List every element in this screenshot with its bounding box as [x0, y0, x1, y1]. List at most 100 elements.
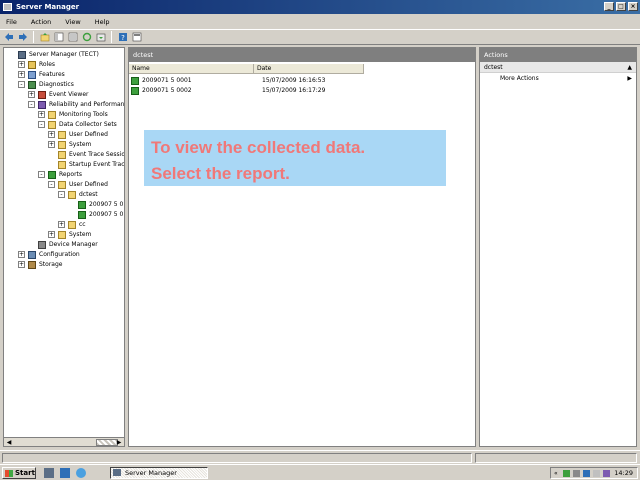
tree-node-label: System: [69, 141, 92, 148]
collapse-icon[interactable]: -: [48, 181, 55, 188]
powershell-quicklaunch-icon[interactable]: [60, 468, 70, 478]
collapse-icon[interactable]: -: [28, 101, 35, 108]
menu-action[interactable]: Action: [31, 18, 51, 26]
tree-node[interactable]: Diagnostics: [28, 80, 74, 90]
tree-node-label: Reliability and Performance: [49, 101, 125, 108]
console-icon[interactable]: [131, 32, 142, 43]
back-icon[interactable]: [3, 32, 14, 43]
server-manager-icon: [113, 469, 121, 476]
up-folder-icon[interactable]: [39, 32, 50, 43]
results-pane: dctest Name Date 2009071 5 0001 15/07/20…: [128, 47, 476, 447]
tray-app-icon[interactable]: [603, 470, 610, 477]
list-item[interactable]: 2009071 5 0001 15/07/2009 16:16:53: [131, 76, 372, 86]
collapse-icon[interactable]: -: [38, 121, 45, 128]
start-button[interactable]: Start: [2, 467, 36, 479]
tree-node[interactable]: Startup Event Trac: [58, 160, 124, 170]
expand-icon[interactable]: +: [28, 91, 35, 98]
folder-icon: [48, 121, 56, 129]
tree-node[interactable]: dctest: [68, 190, 98, 200]
tree-node[interactable]: System: [58, 230, 91, 240]
help-icon[interactable]: ?: [117, 32, 128, 43]
internet-explorer-icon[interactable]: [76, 468, 86, 478]
tree-node[interactable]: Reliability and Performance: [38, 100, 125, 110]
taskbar-server-manager-button[interactable]: Server Manager: [110, 467, 208, 479]
tree-node[interactable]: Reports: [48, 170, 82, 180]
collapse-icon[interactable]: -: [38, 171, 45, 178]
tree-node[interactable]: Server Manager (TECT): [18, 50, 99, 60]
tree-node[interactable]: Monitoring Tools: [48, 110, 108, 120]
tray-expand-icon[interactable]: «: [554, 470, 561, 477]
expand-icon[interactable]: +: [58, 221, 65, 228]
tree-node[interactable]: User Defined: [58, 130, 108, 140]
tree-node[interactable]: User Defined: [58, 180, 108, 190]
report-date: 15/07/2009 16:17:29: [262, 87, 326, 94]
tree-node[interactable]: Roles: [28, 60, 55, 70]
start-label: Start: [15, 469, 35, 477]
folder-icon: [58, 141, 66, 149]
more-actions-item[interactable]: More Actions ▶: [480, 73, 636, 85]
close-button[interactable]: ×: [628, 2, 638, 11]
tray-app-icon[interactable]: [573, 470, 580, 477]
collapse-icon[interactable]: -: [18, 81, 25, 88]
column-headers: Name Date: [129, 64, 364, 74]
export-icon[interactable]: [95, 32, 106, 43]
expand-icon[interactable]: +: [18, 261, 25, 268]
report-name: 2009071 5 0001: [142, 77, 192, 84]
expand-icon[interactable]: +: [18, 251, 25, 258]
tree-node[interactable]: 200907 5 0: [78, 210, 123, 220]
expand-icon[interactable]: +: [48, 231, 55, 238]
console-tree[interactable]: Server Manager (TECT) + Roles + Features - Dia…: [3, 47, 125, 447]
tree-node[interactable]: Event Trace Sessio: [58, 150, 124, 160]
tree-horizontal-scrollbar[interactable]: ◀ ▶: [3, 437, 125, 447]
tree-node[interactable]: Configuration: [28, 250, 80, 260]
collapse-icon[interactable]: -: [58, 191, 65, 198]
report-date: 15/07/2009 16:16:53: [262, 77, 326, 84]
expand-icon[interactable]: +: [38, 111, 45, 118]
menu-help[interactable]: Help: [95, 18, 110, 26]
callout-line-2: Select the report.: [151, 164, 290, 183]
expand-icon[interactable]: +: [18, 71, 25, 78]
tree-node-label: Monitoring Tools: [59, 111, 108, 118]
properties-icon[interactable]: [67, 32, 78, 43]
submenu-arrow-icon: ▶: [627, 75, 632, 82]
minimize-button[interactable]: _: [604, 2, 614, 11]
expand-icon[interactable]: +: [18, 61, 25, 68]
expand-icon[interactable]: +: [48, 141, 55, 148]
report-icon: [48, 171, 56, 179]
tree-node-label: Reports: [59, 171, 83, 178]
tree-node[interactable]: cc: [68, 220, 86, 230]
clock[interactable]: 14:29: [614, 468, 633, 478]
tree-node[interactable]: Features: [28, 70, 65, 80]
tree-node[interactable]: Device Manager: [38, 240, 98, 250]
menu-file[interactable]: File: [6, 18, 17, 26]
column-name[interactable]: Name: [129, 64, 254, 74]
windows-flag-icon: [5, 470, 13, 477]
diag-icon: [28, 81, 36, 89]
tree-node[interactable]: Storage: [28, 260, 62, 270]
report-name: 2009071 5 0002: [142, 87, 192, 94]
actions-section-dctest[interactable]: dctest ▲: [480, 62, 636, 73]
list-item[interactable]: 2009071 5 0002 15/07/2009 16:17:29: [131, 86, 372, 96]
column-date[interactable]: Date: [254, 64, 364, 74]
tree-node-label: Server Manager (TECT): [29, 51, 99, 58]
scroll-right-icon[interactable]: ▶: [115, 439, 123, 446]
server-manager-quicklaunch-icon[interactable]: [44, 468, 54, 478]
more-actions-label: More Actions: [500, 75, 539, 82]
actions-section-label: dctest: [484, 64, 503, 71]
tree-node[interactable]: Event Viewer: [38, 90, 89, 100]
tray-app-icon[interactable]: [583, 470, 590, 477]
expand-icon[interactable]: +: [48, 131, 55, 138]
scroll-left-icon[interactable]: ◀: [5, 439, 13, 446]
menu-view[interactable]: View: [65, 18, 80, 26]
show-hide-tree-icon[interactable]: [53, 32, 64, 43]
collapse-icon[interactable]: ▲: [627, 62, 632, 73]
volume-icon[interactable]: [593, 470, 600, 477]
refresh-icon[interactable]: [81, 32, 92, 43]
tree-node[interactable]: Data Collector Sets: [48, 120, 117, 130]
tree-node[interactable]: System: [58, 140, 91, 150]
forward-icon[interactable]: [17, 32, 28, 43]
maximize-button[interactable]: □: [616, 2, 626, 11]
network-icon[interactable]: [563, 470, 570, 477]
window-titlebar[interactable]: Server Manager _ □ ×: [0, 0, 640, 14]
tree-node[interactable]: 200907 5 0: [78, 200, 123, 210]
